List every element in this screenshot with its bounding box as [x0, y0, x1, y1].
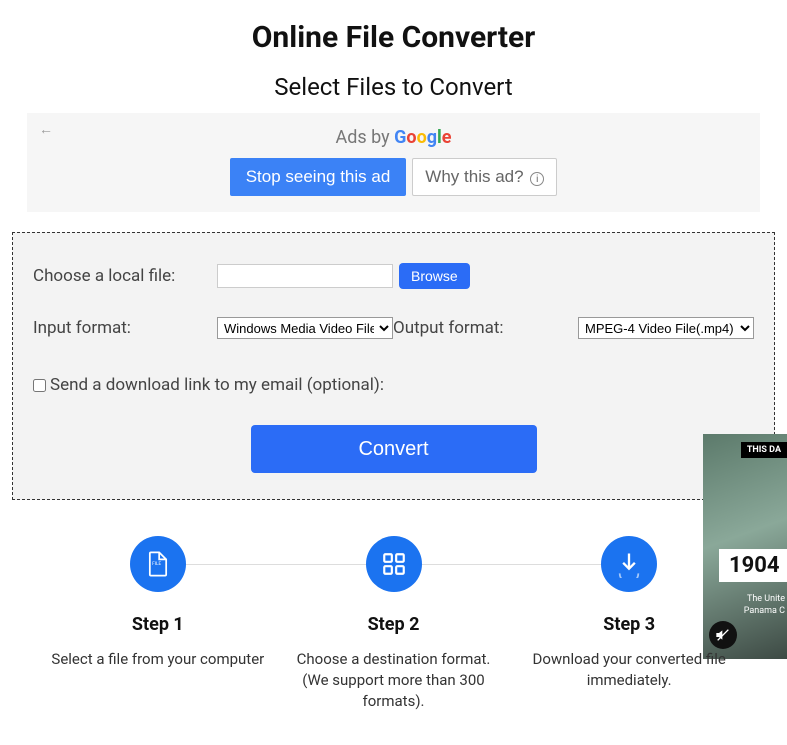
step-title: Step 3: [519, 614, 739, 635]
output-format-select[interactable]: MPEG-4 Video File(.mp4): [578, 317, 754, 339]
grid-icon: [366, 536, 422, 592]
info-icon: i: [530, 172, 544, 186]
step-3: Step 3 Download your converted file imme…: [511, 536, 747, 712]
choose-file-label: Choose a local file:: [33, 266, 217, 286]
ad-back-arrow-icon[interactable]: ←: [39, 121, 53, 138]
email-link-checkbox[interactable]: [33, 379, 46, 392]
steps-row: FILE Step 1 Select a file from your comp…: [40, 536, 747, 712]
step-2: Step 2 Choose a destination format. (We …: [276, 536, 512, 712]
stop-seeing-ad-button[interactable]: Stop seeing this ad: [230, 158, 407, 196]
svg-text:FILE: FILE: [152, 561, 161, 567]
email-link-label: Send a download link to my email (option…: [50, 375, 384, 395]
step-desc: Choose a destination format. (We support…: [284, 649, 504, 712]
video-tag: THIS DA: [741, 442, 787, 458]
browse-button[interactable]: Browse: [399, 263, 470, 289]
video-caption: The Unite Panama C: [744, 594, 785, 617]
why-this-ad-button[interactable]: Why this ad? i: [412, 158, 557, 196]
step-1: FILE Step 1 Select a file from your comp…: [40, 536, 276, 712]
step-desc: Select a file from your computer: [48, 649, 268, 670]
input-format-select[interactable]: Windows Media Video File(.wmv): [217, 317, 393, 339]
ads-by-label: Ads by Google: [27, 127, 760, 148]
page-title: Online File Converter: [0, 20, 787, 55]
step-title: Step 2: [284, 614, 504, 635]
ad-block: ← Ads by Google Stop seeing this ad Why …: [27, 113, 760, 212]
page-subtitle: Select Files to Convert: [0, 73, 787, 101]
google-logo: Google: [394, 127, 451, 148]
file-icon: FILE: [130, 536, 186, 592]
output-format-label: Output format:: [393, 318, 504, 338]
step-desc: Download your converted file immediately…: [519, 649, 739, 691]
file-input[interactable]: [217, 264, 393, 288]
converter-form: Choose a local file: Browse Input format…: [12, 232, 775, 500]
convert-button[interactable]: Convert: [251, 425, 537, 473]
step-title: Step 1: [48, 614, 268, 635]
download-icon: [601, 536, 657, 592]
input-format-label: Input format:: [33, 318, 217, 338]
